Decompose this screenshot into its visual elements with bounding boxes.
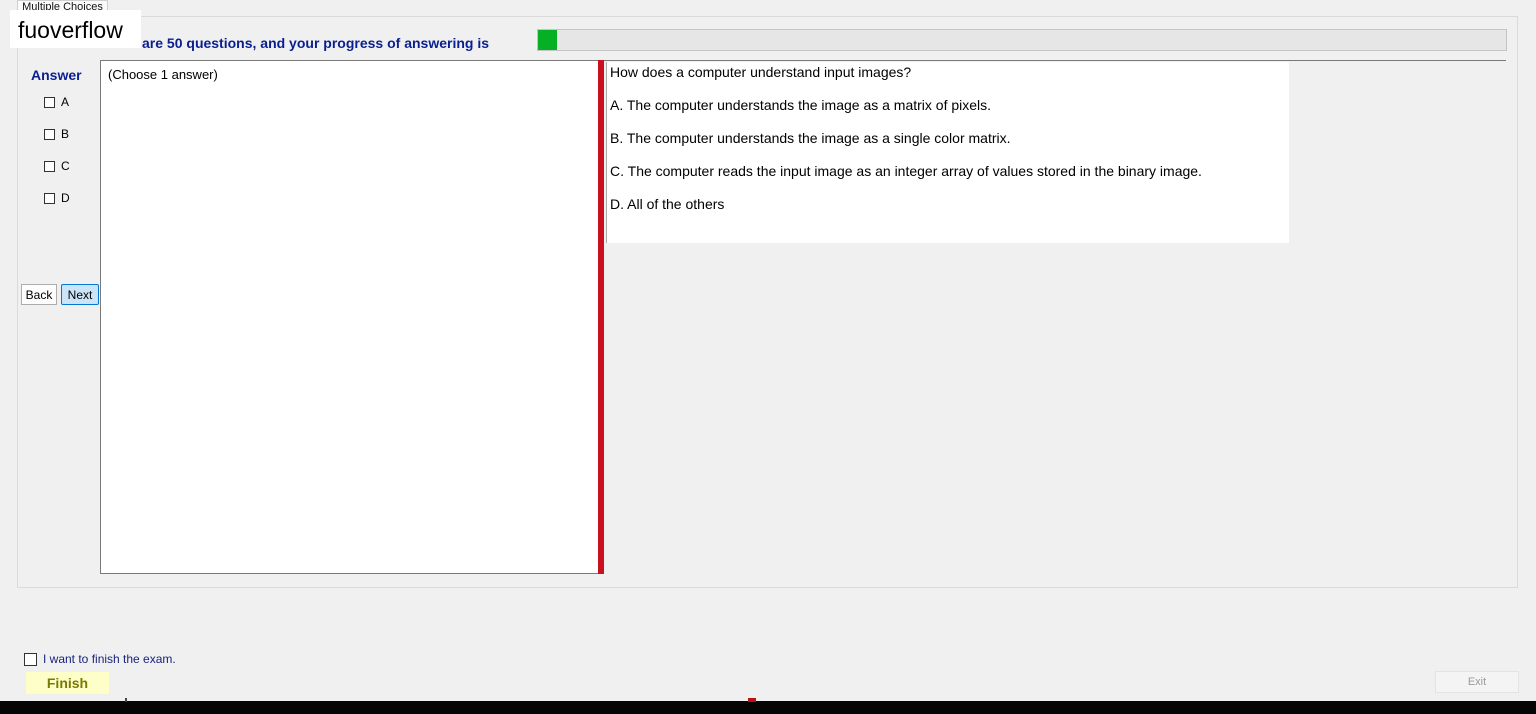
checkbox-icon[interactable] <box>44 160 55 172</box>
option-label: A <box>61 95 70 109</box>
answer-text-area[interactable]: (Choose 1 answer) <box>100 60 599 574</box>
checkbox-icon[interactable] <box>44 128 55 140</box>
option-label: C <box>61 159 70 173</box>
option-a-checkbox[interactable]: A <box>44 95 69 109</box>
choice-b-text: B. The computer understands the image as… <box>610 130 1011 146</box>
option-d-checkbox[interactable]: D <box>44 191 70 205</box>
next-button[interactable]: Next <box>61 284 99 305</box>
choose-hint: (Choose 1 answer) <box>108 67 218 82</box>
choice-d-text: D. All of the others <box>610 196 725 212</box>
finish-button[interactable]: Finish <box>26 672 109 694</box>
option-label: B <box>61 127 70 141</box>
progress-bar <box>537 29 1507 51</box>
strip-mark <box>748 698 756 702</box>
checkbox-icon[interactable] <box>24 652 37 666</box>
progress-text: There are 50 questions, and your progres… <box>100 35 489 51</box>
option-c-checkbox[interactable]: C <box>44 159 70 173</box>
option-b-checkbox[interactable]: B <box>44 127 69 141</box>
progress-bar-fill <box>538 30 558 50</box>
question-text: How does a computer understand input ima… <box>610 64 912 80</box>
finish-exam-label: I want to finish the exam. <box>43 652 176 666</box>
option-label: D <box>61 191 70 205</box>
question-box: How does a computer understand input ima… <box>606 62 1289 243</box>
watermark-label: fuoverflow <box>10 10 141 48</box>
back-button[interactable]: Back <box>21 284 57 305</box>
checkbox-icon[interactable] <box>44 192 55 204</box>
finish-exam-checkbox[interactable]: I want to finish the exam. <box>24 652 176 666</box>
bottom-strip <box>0 701 1536 714</box>
choice-a-text: A. The computer understands the image as… <box>610 97 992 113</box>
strip-mark <box>125 698 127 702</box>
choice-c-text: C. The computer reads the input image as… <box>610 163 1202 179</box>
checkbox-icon[interactable] <box>44 96 55 108</box>
answer-title: Answer <box>31 67 82 83</box>
exit-button[interactable]: Exit <box>1435 671 1519 693</box>
